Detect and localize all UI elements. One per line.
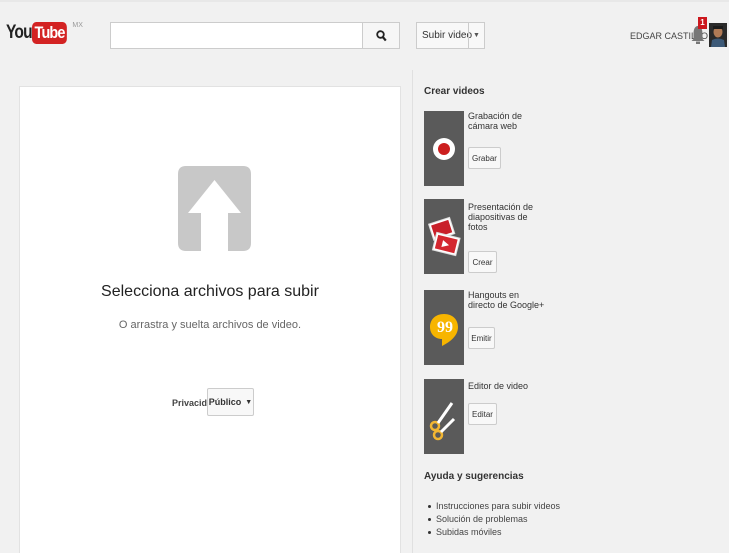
create-videos-title: Crear videos xyxy=(424,86,485,97)
tool-name-webcam[interactable]: Grabación de cámara web xyxy=(468,111,548,131)
upload-panel[interactable]: Selecciona archivos para subir O arrastr… xyxy=(19,86,401,553)
bullet-icon xyxy=(428,505,431,508)
webcam-thumbnail[interactable] xyxy=(424,111,464,186)
help-title: Ayuda y sugerencias xyxy=(424,471,524,482)
user-avatar-icon xyxy=(709,23,727,47)
avatar[interactable] xyxy=(709,23,727,47)
upload-arrow-icon[interactable] xyxy=(178,166,251,251)
tool-name-slideshow[interactable]: Presentación de diapositivas de fotos xyxy=(468,202,548,232)
editor-thumbnail[interactable] xyxy=(424,379,464,454)
record-button[interactable]: Grabar xyxy=(468,147,501,169)
chevron-down-icon: ▼ xyxy=(245,398,253,406)
upload-video-button[interactable]: Subir video ▼ xyxy=(416,22,485,49)
create-button[interactable]: Crear xyxy=(468,251,497,273)
notification-count-badge[interactable]: 1 xyxy=(698,17,707,29)
help-link-label: Solución de problemas xyxy=(436,514,528,524)
upload-video-label: Subir video xyxy=(422,30,473,41)
chevron-down-icon: ▼ xyxy=(473,32,480,39)
edit-button[interactable]: Editar xyxy=(468,403,497,425)
header: You Tube MX Subir video ▼ EDGAR CASTILLO… xyxy=(0,0,729,70)
tool-name-hangouts[interactable]: Hangouts en directo de Google+ xyxy=(468,290,548,310)
privacy-value: Público xyxy=(208,397,242,407)
privacy-select[interactable]: Público ▼ xyxy=(207,388,254,416)
help-links-list: Instrucciones para subir videos Solución… xyxy=(428,500,560,539)
select-files-title[interactable]: Selecciona archivos para subir xyxy=(20,283,400,301)
bullet-icon xyxy=(428,531,431,534)
logo-region: MX xyxy=(72,22,83,29)
search-box xyxy=(110,22,400,49)
help-link-mobile-uploads[interactable]: Subidas móviles xyxy=(428,526,560,539)
help-link-label: Instrucciones para subir videos xyxy=(436,501,561,511)
drag-drop-hint: O arrastra y suelta archivos de video. xyxy=(118,319,302,331)
scissors-icon xyxy=(429,402,456,441)
help-link-upload-instructions[interactable]: Instrucciones para subir videos xyxy=(428,500,560,513)
logo-you-text: You xyxy=(6,22,33,43)
upload-dropdown-button[interactable]: ▼ xyxy=(468,23,484,48)
hangouts-icon: 99 xyxy=(430,314,458,346)
youtube-logo[interactable]: You Tube MX xyxy=(6,22,83,46)
header-top-line xyxy=(0,0,729,2)
photo-slideshow-icon xyxy=(427,216,461,257)
search-input[interactable] xyxy=(111,23,363,48)
help-link-troubleshooting[interactable]: Solución de problemas xyxy=(428,513,560,526)
logo-tube-text: Tube xyxy=(32,22,68,44)
help-link-label: Subidas móviles xyxy=(436,527,502,537)
search-icon xyxy=(375,29,387,41)
record-icon xyxy=(433,138,455,160)
tool-name-editor[interactable]: Editor de video xyxy=(468,381,548,391)
slideshow-thumbnail[interactable] xyxy=(424,199,464,274)
sidebar-divider xyxy=(412,70,413,553)
bullet-icon xyxy=(428,518,431,521)
search-button[interactable] xyxy=(362,23,399,48)
hangouts-thumbnail[interactable]: 99 xyxy=(424,290,464,365)
svg-text:99: 99 xyxy=(437,319,453,336)
broadcast-button[interactable]: Emitir xyxy=(468,327,495,349)
